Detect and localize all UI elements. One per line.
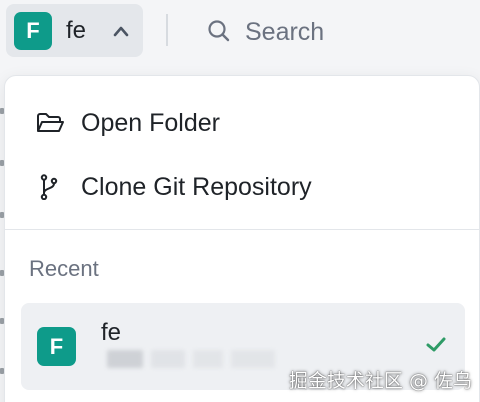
project-avatar: F bbox=[14, 12, 52, 50]
search-box[interactable]: Search bbox=[200, 8, 460, 54]
search-placeholder: Search bbox=[245, 18, 325, 46]
recent-project-name: fe bbox=[101, 319, 122, 346]
project-dropdown-menu: Open Folder Clone Git Repository Recent … bbox=[4, 75, 480, 402]
menu-item-label: Open Folder bbox=[81, 109, 220, 137]
project-switcher-button[interactable]: F fe bbox=[6, 4, 143, 57]
recent-section-title: Recent bbox=[29, 256, 99, 281]
check-icon bbox=[426, 337, 446, 352]
toolbar-divider bbox=[166, 14, 168, 46]
recent-project-path-redacted bbox=[107, 350, 277, 368]
git-branch-icon bbox=[40, 174, 58, 200]
top-bar: F fe Search bbox=[0, 0, 480, 62]
chevron-up-icon bbox=[113, 26, 129, 37]
project-name: fe bbox=[66, 17, 87, 44]
search-icon bbox=[208, 20, 230, 42]
menu-item-clone-git-repository[interactable]: Clone Git Repository bbox=[5, 158, 479, 214]
menu-item-open-folder[interactable]: Open Folder bbox=[5, 94, 479, 150]
menu-divider bbox=[5, 229, 479, 230]
folder-open-icon bbox=[37, 113, 64, 132]
watermark: 掘金技术社区 @ 佐乌 bbox=[288, 370, 472, 392]
recent-project-avatar: F bbox=[37, 327, 76, 366]
menu-item-label: Clone Git Repository bbox=[81, 173, 312, 201]
